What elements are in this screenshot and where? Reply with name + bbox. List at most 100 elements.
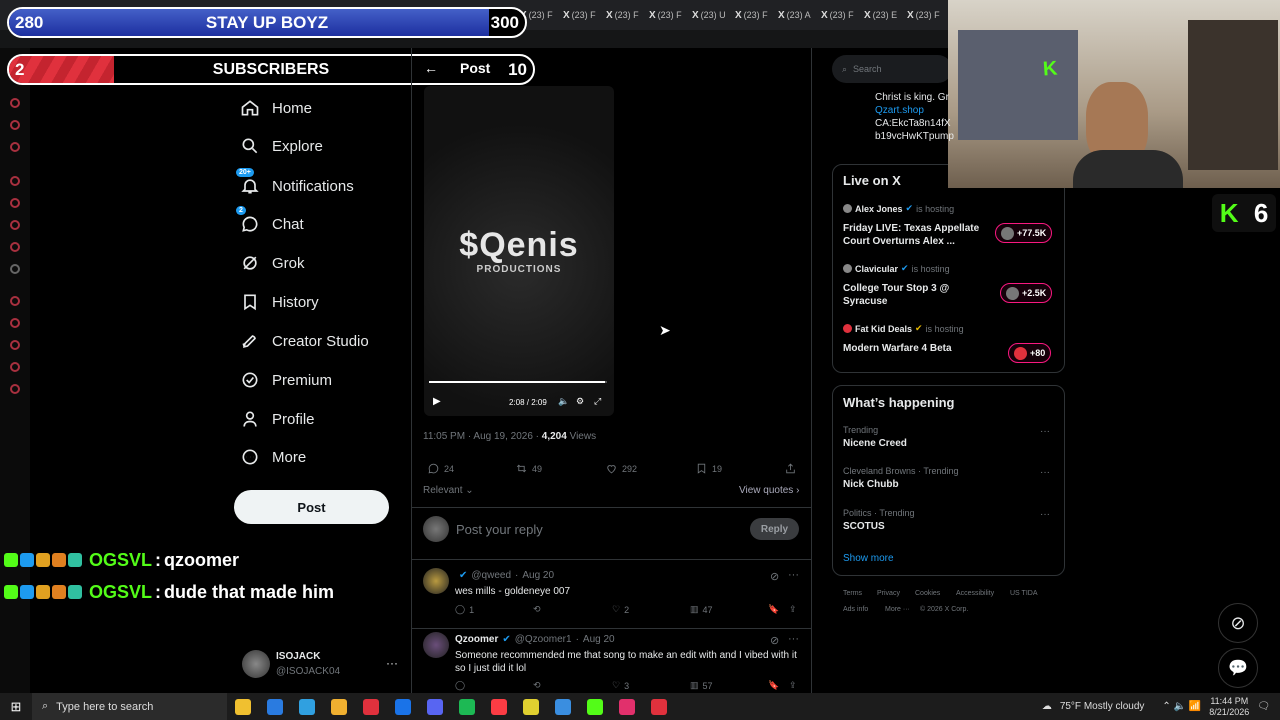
browser-tab[interactable]: X(23) F	[563, 10, 606, 21]
footer-link[interactable]: Privacy	[877, 590, 900, 597]
footer-link[interactable]: © 2026 X Corp.	[920, 606, 968, 613]
taskbar-app-icon[interactable]	[267, 698, 283, 715]
nav-item-home[interactable]: Home	[240, 91, 312, 125]
taskbar-app-icon[interactable]	[555, 698, 571, 715]
reply-avatar[interactable]	[423, 632, 449, 658]
browser-tab[interactable]: X(23) F	[649, 10, 692, 21]
trend-more-icon[interactable]: ···	[1040, 426, 1050, 437]
sort-relevant[interactable]: Relevant ⌄	[423, 485, 474, 496]
rail-icon[interactable]	[10, 384, 20, 394]
taskbar-app-icon[interactable]	[523, 698, 539, 715]
repost-count[interactable]: ⟲	[533, 680, 545, 691]
footer-link[interactable]: More ···	[885, 606, 910, 613]
taskbar-app-icon[interactable]	[331, 698, 347, 715]
show-more-link[interactable]: Show more	[843, 553, 894, 564]
taskbar-app-icon[interactable]	[459, 698, 475, 715]
browser-tab[interactable]: X(23) F	[821, 10, 864, 21]
grok-icon[interactable]: ⊘	[770, 634, 779, 647]
trend-topic[interactable]: Nick Chubb	[843, 479, 899, 490]
like-count[interactable]: ♡ 3	[612, 680, 629, 691]
live-space-title[interactable]: Friday LIVE: Texas Appellate Court Overt…	[843, 222, 983, 248]
x-icon[interactable]	[10, 264, 20, 274]
rail-icon[interactable]	[10, 220, 20, 230]
grok-icon[interactable]: ⊘	[1218, 603, 1258, 643]
live-space-title[interactable]: College Tour Stop 3 @ Syracuse	[843, 282, 983, 308]
views-count[interactable]: ▥ 57	[690, 680, 713, 691]
views-count[interactable]: ▥ 47	[690, 604, 713, 615]
browser-tab[interactable]: X (23) A	[778, 10, 821, 21]
clock-date[interactable]: 8/21/2026	[1209, 707, 1249, 718]
taskbar-app-icon[interactable]	[395, 698, 411, 715]
nav-item-explore[interactable]: Explore	[240, 129, 323, 163]
taskbar-app-icon[interactable]	[587, 698, 603, 715]
footer-link[interactable]: Cookies	[915, 590, 940, 597]
taskbar-app-icon[interactable]	[299, 698, 315, 715]
repost-count[interactable]: 49	[515, 462, 542, 475]
share-icon[interactable]: ⇪	[789, 680, 797, 691]
bookmark-icon[interactable]: 🔖	[768, 680, 779, 691]
notification-icon[interactable]: 🗨	[1257, 701, 1270, 712]
rail-icon[interactable]	[10, 296, 20, 306]
trend-topic[interactable]: SCOTUS	[843, 521, 885, 532]
view-quotes-link[interactable]: View quotes ›	[739, 485, 799, 496]
bookmark-count[interactable]: 19	[695, 462, 722, 475]
nav-item-grok[interactable]: Grok	[240, 246, 305, 280]
nav-item-more[interactable]: More	[240, 440, 306, 474]
more-icon[interactable]: ···	[788, 633, 799, 645]
browser-tab[interactable]: X(23) F	[735, 10, 778, 21]
taskbar-app-icon[interactable]	[235, 698, 251, 715]
taskbar-search[interactable]: ⌕ Type here to search	[32, 693, 227, 720]
windows-start-icon[interactable]: ⊞	[0, 699, 32, 715]
taskbar-app-icon[interactable]	[491, 698, 507, 715]
weather-icon[interactable]: ☁	[1042, 701, 1052, 712]
rail-icon[interactable]	[10, 242, 20, 252]
reply-count[interactable]: ◯	[455, 680, 469, 691]
rail-icon[interactable]	[10, 362, 20, 372]
nav-item-creator-studio[interactable]: Creator Studio	[240, 324, 369, 358]
nav-item-chat[interactable]: 2 Chat	[236, 206, 304, 241]
rail-icon[interactable]	[10, 120, 20, 130]
nav-item-premium[interactable]: Premium	[240, 363, 332, 397]
volume-icon[interactable]: 🔈	[558, 396, 569, 407]
messages-icon[interactable]: 💬	[1218, 648, 1258, 688]
taskbar-app-icon[interactable]	[427, 698, 443, 715]
nav-item-profile[interactable]: Profile	[240, 402, 315, 436]
rail-icon[interactable]	[10, 340, 20, 350]
reply-input[interactable]: Post your reply	[456, 522, 543, 537]
more-icon[interactable]: ···	[788, 569, 799, 581]
tray-icons[interactable]: ⌃ 🔈 📶	[1162, 701, 1201, 712]
live-join-pill[interactable]: +2.5K	[1000, 283, 1053, 303]
reply-count[interactable]: ◯ 1	[455, 604, 474, 615]
taskbar-app-icon[interactable]	[619, 698, 635, 715]
share-icon[interactable]: ⇪	[789, 604, 797, 615]
rail-icon[interactable]	[10, 198, 20, 208]
taskbar-app-icon[interactable]	[363, 698, 379, 715]
repost-count[interactable]: ⟲	[533, 604, 545, 615]
clock-time[interactable]: 11:44 PM	[1209, 696, 1249, 707]
post-button[interactable]: Post	[234, 490, 389, 524]
bookmark-icon[interactable]: 🔖	[768, 604, 779, 615]
browser-tab[interactable]: X(23) F	[907, 10, 950, 21]
fullscreen-icon[interactable]: ⤢	[594, 396, 601, 407]
rail-icon[interactable]	[10, 142, 20, 152]
footer-link[interactable]: Accessibility	[956, 590, 994, 597]
share-icon[interactable]	[784, 462, 797, 475]
search-input[interactable]: ⌕ Search	[832, 55, 952, 83]
play-icon[interactable]: ▶	[433, 396, 441, 407]
like-count[interactable]: 292	[605, 462, 637, 475]
weather-text[interactable]: 75°F Mostly cloudy	[1060, 701, 1145, 712]
reply-avatar[interactable]	[423, 568, 449, 594]
nav-item-notifications[interactable]: 20+ Notifications	[236, 168, 354, 203]
trend-topic[interactable]: Nicene Creed	[843, 438, 907, 449]
avatar[interactable]	[242, 650, 270, 678]
grok-icon[interactable]: ⊘	[770, 570, 779, 583]
taskbar-app-icon[interactable]	[651, 698, 667, 715]
rail-icon[interactable]	[10, 318, 20, 328]
trend-more-icon[interactable]: ···	[1040, 467, 1050, 478]
browser-tab[interactable]: X (23) U	[692, 10, 735, 21]
footer-link[interactable]: US TIDA	[1010, 590, 1038, 597]
account-more-icon[interactable]: ···	[386, 656, 398, 670]
live-space-title[interactable]: Modern Warfare 4 Beta	[843, 342, 983, 355]
live-join-pill[interactable]: +77.5K	[995, 223, 1053, 243]
trend-more-icon[interactable]: ···	[1040, 509, 1050, 520]
